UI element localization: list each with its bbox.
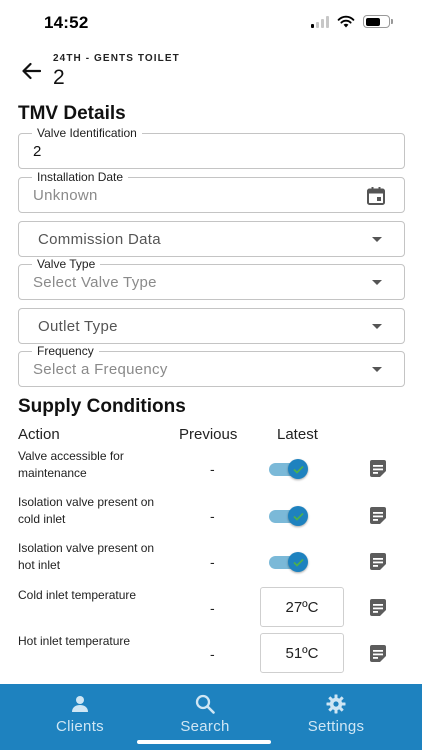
location-subtitle: 24TH - GENTS TOILET — [53, 53, 180, 64]
check-icon — [292, 465, 304, 474]
wifi-icon — [337, 15, 355, 28]
installation-date-placeholder: Unknown — [33, 187, 98, 204]
note-icon[interactable] — [367, 551, 389, 573]
nav-label-settings: Settings — [307, 718, 365, 735]
supply-conditions-heading: Supply Conditions — [18, 396, 186, 417]
home-indicator — [137, 740, 271, 744]
row-previous-value: - — [210, 508, 215, 524]
page-title: 2 — [53, 66, 65, 89]
valve-type-label: Valve Type — [32, 257, 101, 271]
column-header-latest: Latest — [277, 426, 318, 443]
table-row: Isolation valve present on cold inlet - — [0, 494, 422, 540]
arrow-left-icon — [22, 62, 41, 80]
note-icon[interactable] — [367, 458, 389, 480]
chevron-down-icon — [372, 324, 382, 329]
gear-icon — [326, 694, 346, 714]
commission-data-text: Commission Data — [38, 231, 161, 248]
status-time: 14:52 — [44, 13, 89, 32]
valve-type-placeholder: Select Valve Type — [33, 274, 157, 291]
nav-label-clients: Clients — [56, 718, 104, 735]
row-previous-value: - — [210, 554, 215, 570]
check-icon — [292, 558, 304, 567]
status-icons — [311, 15, 393, 28]
column-header-previous: Previous — [179, 426, 238, 443]
installation-date-label: Installation Date — [32, 170, 129, 184]
outlet-type-text: Outlet Type — [38, 318, 118, 335]
nav-item-search[interactable]: Search — [155, 694, 255, 735]
valve-identification-label: Valve Identification — [32, 126, 142, 140]
valve-type-dropdown[interactable]: Valve Type Select Valve Type — [18, 257, 405, 300]
latest-temperature-input[interactable]: 51ºC — [260, 633, 344, 673]
table-row: Isolation valve present on hot inlet - — [0, 540, 422, 586]
row-previous-value: - — [210, 646, 215, 662]
chevron-down-icon — [372, 280, 382, 285]
back-button[interactable] — [16, 56, 46, 86]
note-icon[interactable] — [367, 643, 389, 665]
frequency-dropdown[interactable]: Frequency Select a Frequency — [18, 344, 405, 387]
status-bar: 14:52 — [0, 0, 422, 46]
app-header: 24TH - GENTS TOILET 2 — [0, 50, 422, 94]
row-previous-value: - — [210, 461, 215, 477]
latest-toggle[interactable] — [269, 506, 309, 526]
row-action-label: Valve accessible for maintenance — [18, 449, 124, 480]
column-header-action: Action — [18, 426, 60, 443]
table-row: Valve accessible for maintenance - — [0, 448, 422, 494]
frequency-label: Frequency — [32, 344, 99, 358]
chevron-down-icon — [372, 237, 382, 242]
latest-toggle[interactable] — [269, 459, 309, 479]
nav-item-settings[interactable]: Settings — [286, 694, 386, 735]
latest-toggle[interactable] — [269, 552, 309, 572]
battery-icon — [363, 15, 393, 28]
calendar-icon[interactable] — [366, 186, 386, 206]
valve-identification-field[interactable]: Valve Identification 2 — [18, 126, 405, 169]
installation-date-field[interactable]: Installation Date Unknown — [18, 170, 405, 213]
nav-item-clients[interactable]: Clients — [30, 694, 130, 735]
note-icon[interactable] — [367, 505, 389, 527]
outlet-type-dropdown[interactable]: Outlet Type — [18, 308, 405, 344]
note-icon[interactable] — [367, 597, 389, 619]
row-previous-value: - — [210, 600, 215, 616]
table-row: Hot inlet temperature - 51ºC — [0, 633, 422, 679]
chevron-down-icon — [372, 367, 382, 372]
commission-data-dropdown[interactable]: Commission Data — [18, 221, 405, 257]
latest-temperature-input[interactable]: 27ºC — [260, 587, 344, 627]
table-row: Cold inlet temperature - 27ºC — [0, 587, 422, 633]
signal-icon — [311, 15, 329, 28]
person-icon — [72, 696, 88, 712]
table-header: Action Previous Latest — [0, 426, 422, 444]
row-action-label: Hot inlet temperature — [18, 634, 131, 648]
check-icon — [292, 512, 304, 521]
row-action-label: Isolation valve present on cold inlet — [18, 495, 155, 526]
frequency-placeholder: Select a Frequency — [33, 361, 168, 378]
search-icon — [195, 694, 215, 714]
row-action-label: Isolation valve present on hot inlet — [18, 541, 155, 572]
row-action-label: Cold inlet temperature — [18, 588, 137, 602]
nav-label-search: Search — [180, 718, 230, 735]
valve-identification-value: 2 — [33, 143, 42, 160]
tmv-details-heading: TMV Details — [18, 103, 126, 124]
